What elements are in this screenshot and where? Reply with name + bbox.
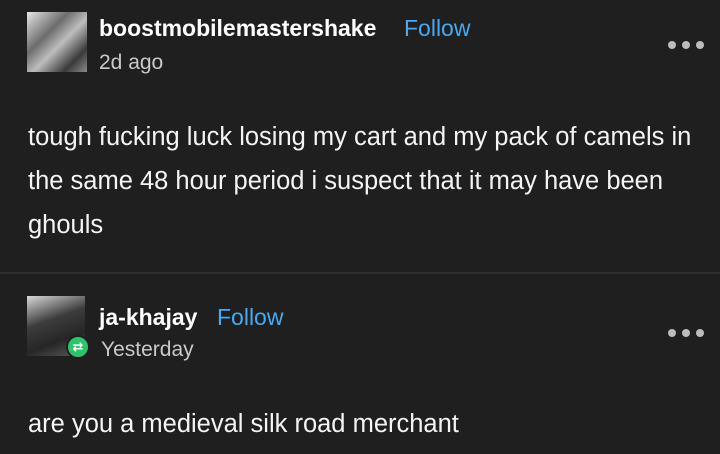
- more-options-icon[interactable]: [668, 328, 704, 338]
- post-reply: ⇄ ja-khajay Follow Yesterday are you a m…: [0, 274, 720, 454]
- post-body-text: are you a medieval silk road merchant: [28, 410, 459, 438]
- follow-button[interactable]: Follow: [217, 304, 283, 331]
- reblog-icon: ⇄: [66, 335, 90, 359]
- follow-button[interactable]: Follow: [404, 15, 470, 42]
- username-link[interactable]: ja-khajay: [99, 304, 197, 331]
- user-avatar-icon[interactable]: [27, 12, 87, 72]
- post-original: boostmobilemastershake Follow 2d ago tou…: [0, 0, 720, 272]
- post-body-text: tough fucking luck losing my cart and my…: [28, 123, 692, 239]
- post-timestamp: Yesterday: [101, 338, 194, 361]
- username-link[interactable]: boostmobilemastershake: [99, 15, 376, 42]
- more-options-icon[interactable]: [668, 40, 704, 50]
- post-timestamp: 2d ago: [99, 51, 164, 74]
